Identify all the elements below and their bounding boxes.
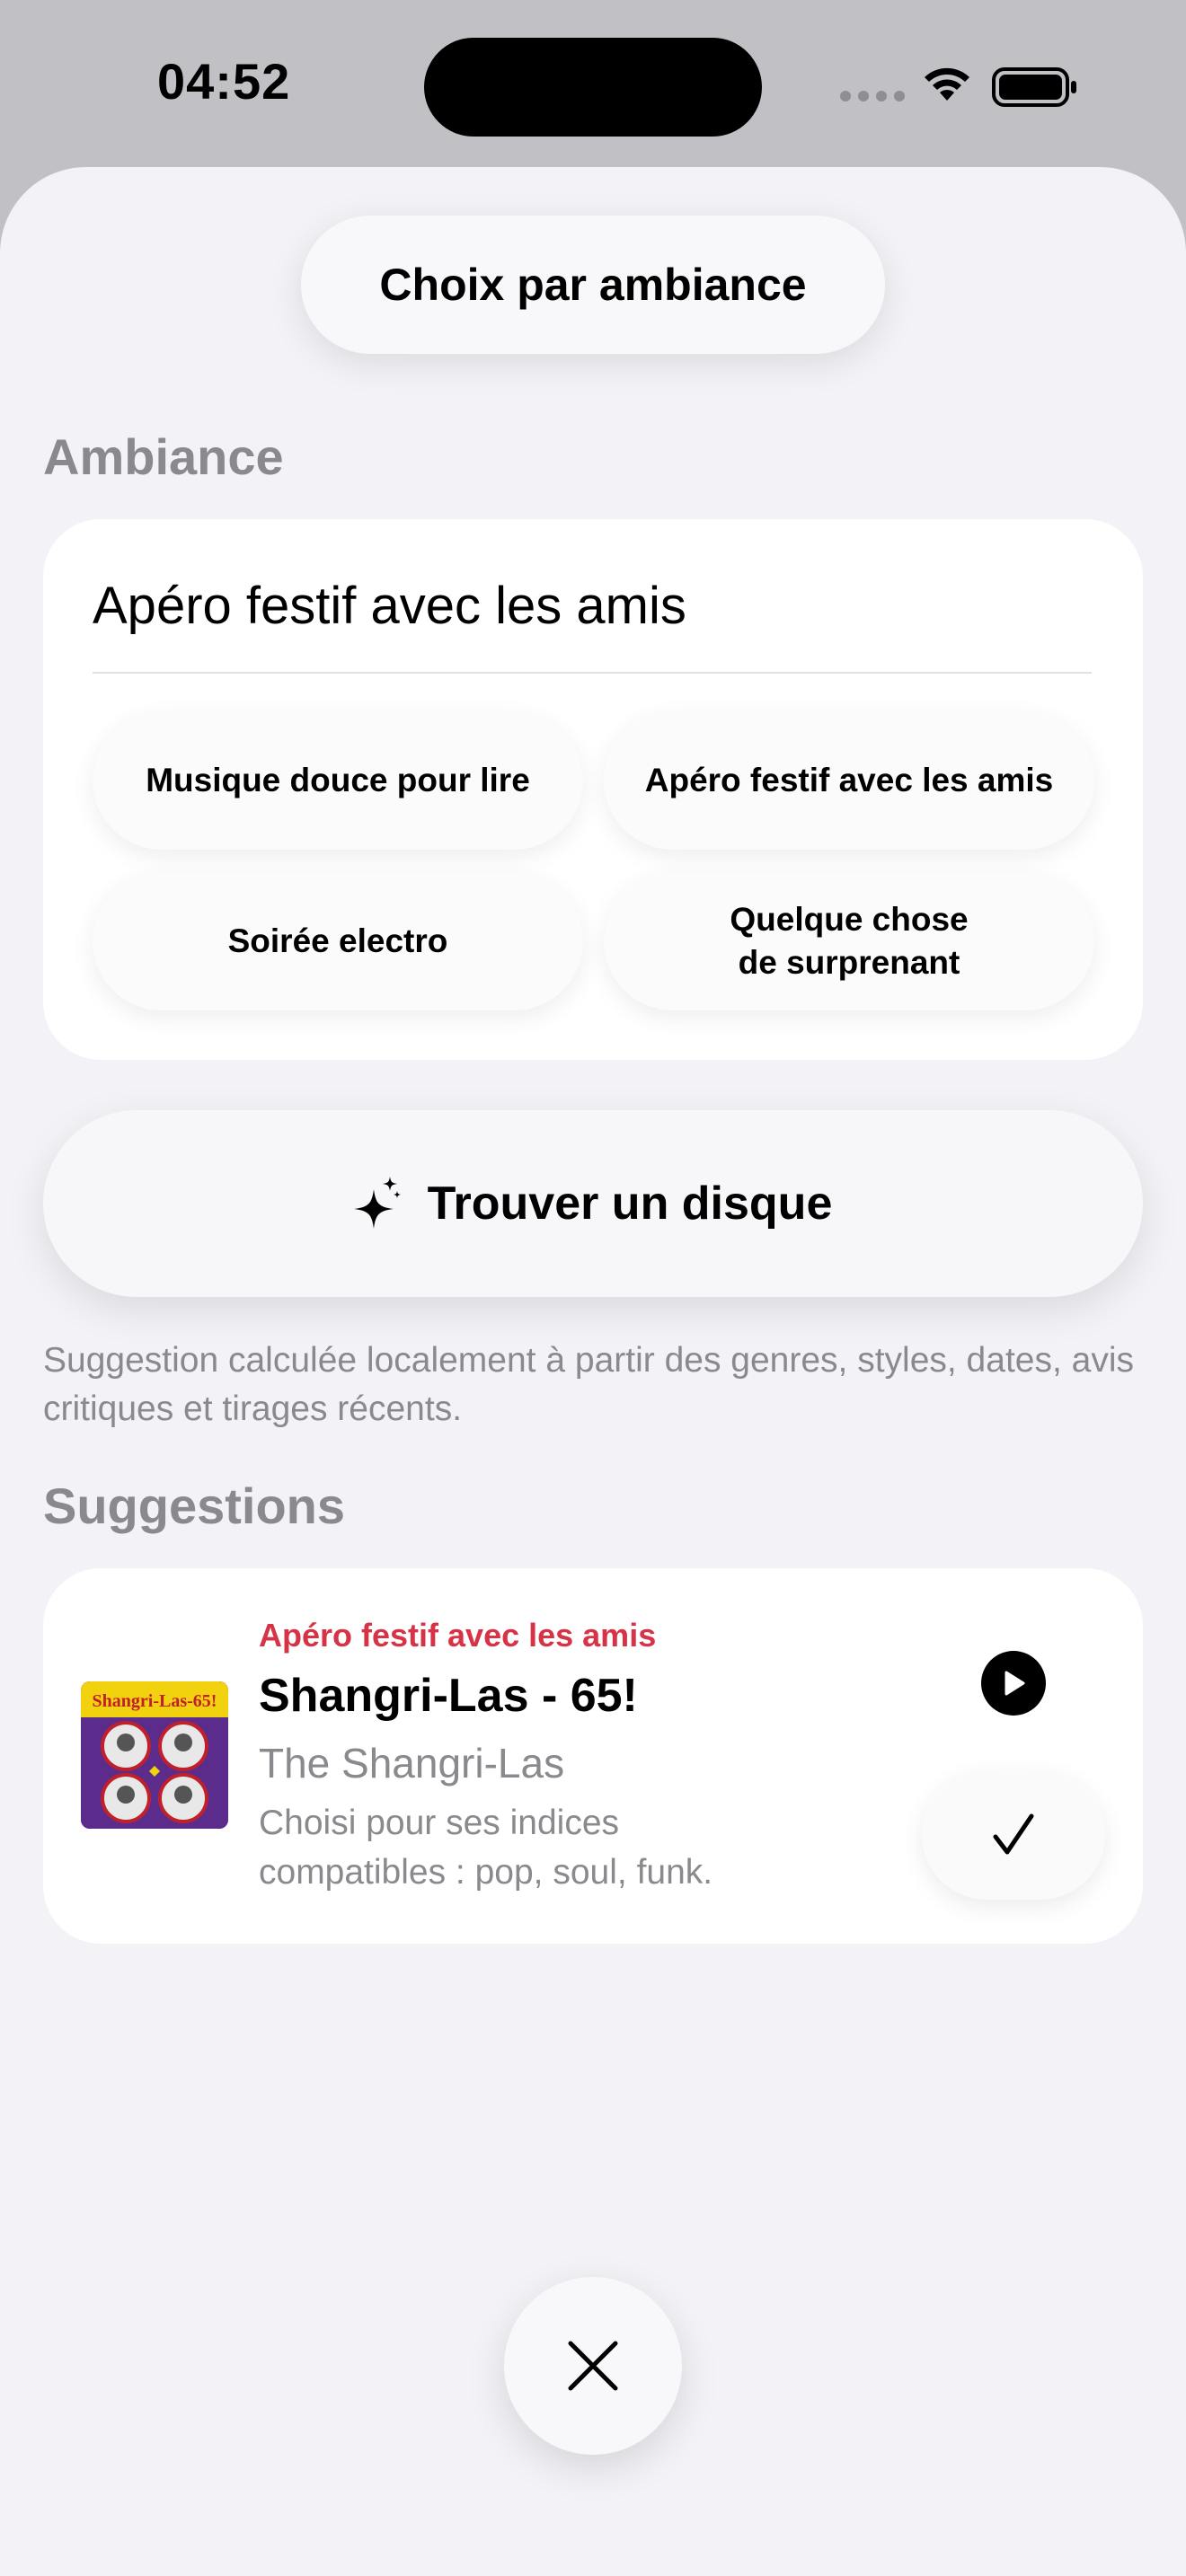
close-button[interactable] bbox=[504, 2277, 682, 2455]
cover-title: Shangri-Las-65! bbox=[93, 1691, 217, 1711]
suggestion-title: Shangri-Las - 65! bbox=[259, 1670, 638, 1722]
status-time: 04:52 bbox=[157, 53, 291, 110]
find-record-label: Trouver un disque bbox=[427, 1178, 833, 1230]
chip-apero-festif[interactable]: Apéro festif avec les amis bbox=[604, 711, 1094, 850]
cellular-signal-icon bbox=[840, 91, 905, 101]
page-title: Choix par ambiance bbox=[301, 216, 885, 354]
chip-surprenant[interactable]: Quelque chose de surprenant bbox=[604, 872, 1094, 1010]
close-icon bbox=[568, 2341, 618, 2391]
battery-icon bbox=[992, 67, 1076, 107]
divider bbox=[93, 672, 1092, 674]
mood-input[interactable] bbox=[93, 569, 1090, 641]
chip-musique-douce[interactable]: Musique douce pour lire bbox=[93, 711, 583, 850]
suggestion-mood: Apéro festif avec les amis bbox=[259, 1617, 657, 1654]
suggestion-artist: The Shangri-Las bbox=[259, 1740, 565, 1786]
checkmark-icon bbox=[993, 1813, 1034, 1855]
accept-button[interactable] bbox=[922, 1770, 1105, 1900]
ambiance-section-title: Ambiance bbox=[43, 428, 284, 485]
chip-soiree-electro[interactable]: Soirée electro bbox=[93, 872, 583, 1010]
find-record-button[interactable]: Trouver un disque bbox=[43, 1110, 1143, 1297]
play-button[interactable] bbox=[981, 1651, 1046, 1716]
wifi-icon bbox=[925, 67, 969, 101]
play-icon bbox=[1005, 1671, 1025, 1696]
footnote: Suggestion calculée localement à partir … bbox=[43, 1341, 1134, 1428]
dynamic-island bbox=[424, 38, 762, 137]
suggestion-reason: Choisi pour ses indices compatibles : po… bbox=[259, 1804, 713, 1892]
album-cover: Shangri-Las-65! bbox=[81, 1681, 228, 1829]
sparkles-icon bbox=[353, 1177, 401, 1229]
suggestions-section-title: Suggestions bbox=[43, 1478, 346, 1534]
ambiance-card: Musique douce pour lire Apéro festif ave… bbox=[43, 519, 1143, 1060]
suggestion-card[interactable]: Shangri-Las-65! Apéro festif avec les am… bbox=[43, 1568, 1143, 1944]
